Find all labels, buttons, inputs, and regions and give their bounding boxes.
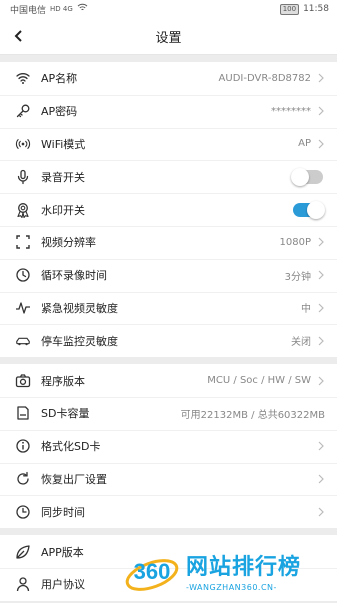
- audio-toggle[interactable]: [291, 167, 323, 186]
- setting-watermark: 水印开关: [0, 193, 337, 226]
- setting-label: AP密码: [41, 105, 78, 119]
- toggle-knob: [307, 200, 325, 219]
- setting-value: 可用22132MB / 总共60322MB: [180, 409, 325, 421]
- setting-label: 停车监控灵敏度: [41, 334, 118, 348]
- setting-value: MCU / Soc / HW / SW: [207, 375, 311, 387]
- watermark-title: 网站排行榜: [186, 554, 302, 580]
- microphone-icon: [15, 169, 31, 185]
- back-button[interactable]: [10, 27, 28, 45]
- chevron-right-icon: [317, 376, 325, 386]
- setting-emergency-sensitivity[interactable]: 紧急视频灵敏度 中: [0, 291, 337, 325]
- wifi-icon: [15, 70, 31, 86]
- watermark-badge-text: 360: [133, 559, 171, 584]
- setting-label: 紧急视频灵敏度: [41, 301, 118, 315]
- sync-clock-icon: [15, 504, 31, 520]
- chevron-right-icon: [317, 106, 325, 116]
- chevron-right-icon: [317, 270, 325, 280]
- chevron-right-icon: [317, 336, 325, 346]
- setting-wifi-mode[interactable]: WiFi模式 AP: [0, 127, 337, 161]
- setting-value: 关闭: [291, 337, 311, 349]
- setting-sd-capacity: SD卡容量 可用22132MB / 总共60322MB: [0, 396, 337, 430]
- setting-label: 恢复出厂设置: [41, 472, 107, 486]
- battery-indicator: 100: [279, 3, 300, 15]
- award-icon: [15, 202, 31, 218]
- setting-label: 水印开关: [41, 203, 85, 217]
- setting-video-resolution[interactable]: 视频分辨率 1080P: [0, 225, 337, 259]
- wifi-status-icon: [77, 3, 88, 15]
- setting-ap-password[interactable]: AP密码 ********: [0, 94, 337, 128]
- setting-loop-duration[interactable]: 循环录像时间 3分钟: [0, 258, 337, 292]
- setting-value: 1080P: [279, 236, 311, 248]
- setting-sync-time[interactable]: 同步时间: [0, 495, 337, 529]
- setting-label: 程序版本: [41, 374, 85, 388]
- setting-label: 循环录像时间: [41, 269, 107, 283]
- chevron-right-icon: [317, 73, 325, 83]
- setting-value: 中: [301, 304, 311, 316]
- watermark-url: -WANGZHAN360.CN-: [186, 582, 277, 592]
- setting-label: 同步时间: [41, 505, 85, 519]
- setting-parking-sensitivity[interactable]: 停车监控灵敏度 关闭: [0, 324, 337, 358]
- setting-label: AP名称: [41, 72, 78, 86]
- setting-factory-reset[interactable]: 恢复出厂设置: [0, 462, 337, 496]
- section-divider: [0, 55, 337, 62]
- setting-value: 3分钟: [284, 271, 311, 283]
- setting-label: WiFi模式: [41, 137, 86, 151]
- setting-ap-name[interactable]: AP名称 AUDI-DVR-8D8782: [0, 62, 337, 95]
- info-icon: [15, 438, 31, 454]
- watermark-toggle[interactable]: [293, 200, 325, 219]
- setting-value: AUDI-DVR-8D8782: [218, 72, 311, 84]
- setting-label: 格式化SD卡: [41, 440, 101, 454]
- chevron-right-icon: [317, 474, 325, 484]
- chevron-right-icon: [317, 507, 325, 517]
- header: 设置: [0, 18, 337, 55]
- chevron-right-icon: [317, 303, 325, 313]
- site-watermark: 360 网站排行榜 -WANGZHAN360.CN-: [124, 543, 335, 603]
- chevron-left-icon: [14, 30, 22, 42]
- reset-icon: [15, 471, 31, 487]
- toggle-knob: [291, 167, 309, 186]
- chevron-right-icon: [317, 441, 325, 451]
- leaf-icon: [15, 544, 31, 560]
- setting-value: AP: [298, 138, 311, 150]
- network-indicator: HD 4G: [50, 5, 73, 13]
- chevron-right-icon: [317, 237, 325, 247]
- signal-icon: [15, 136, 31, 152]
- setting-firmware-version[interactable]: 程序版本 MCU / Soc / HW / SW: [0, 364, 337, 397]
- setting-audio-record: 录音开关: [0, 160, 337, 194]
- car-icon: [15, 333, 31, 349]
- sd-card-icon: [15, 405, 31, 421]
- clock-icon: [15, 267, 31, 283]
- section-divider: [0, 528, 337, 536]
- setting-format-sd[interactable]: 格式化SD卡: [0, 429, 337, 463]
- status-bar: 中国电信 HD 4G 100 11:58: [0, 0, 337, 18]
- pulse-icon: [15, 300, 31, 316]
- clock-text: 11:58: [303, 4, 329, 14]
- settings-group-device: AP名称 AUDI-DVR-8D8782 AP密码 ******** WiFi模…: [0, 62, 337, 358]
- setting-value: ********: [271, 105, 311, 117]
- camera-icon: [15, 373, 31, 389]
- page-title: 设置: [155, 30, 182, 46]
- setting-label: 视频分辨率: [41, 236, 96, 250]
- settings-group-system: 程序版本 MCU / Soc / HW / SW SD卡容量 可用22132MB…: [0, 364, 337, 529]
- setting-label: SD卡容量: [41, 407, 90, 421]
- chevron-right-icon: [317, 139, 325, 149]
- key-icon: [15, 103, 31, 119]
- carrier-text: 中国电信: [10, 5, 47, 16]
- watermark-badge: 360: [124, 545, 180, 601]
- section-divider: [0, 357, 337, 365]
- setting-label: 录音开关: [41, 170, 85, 184]
- user-icon: [15, 576, 31, 592]
- frame-icon: [15, 234, 31, 250]
